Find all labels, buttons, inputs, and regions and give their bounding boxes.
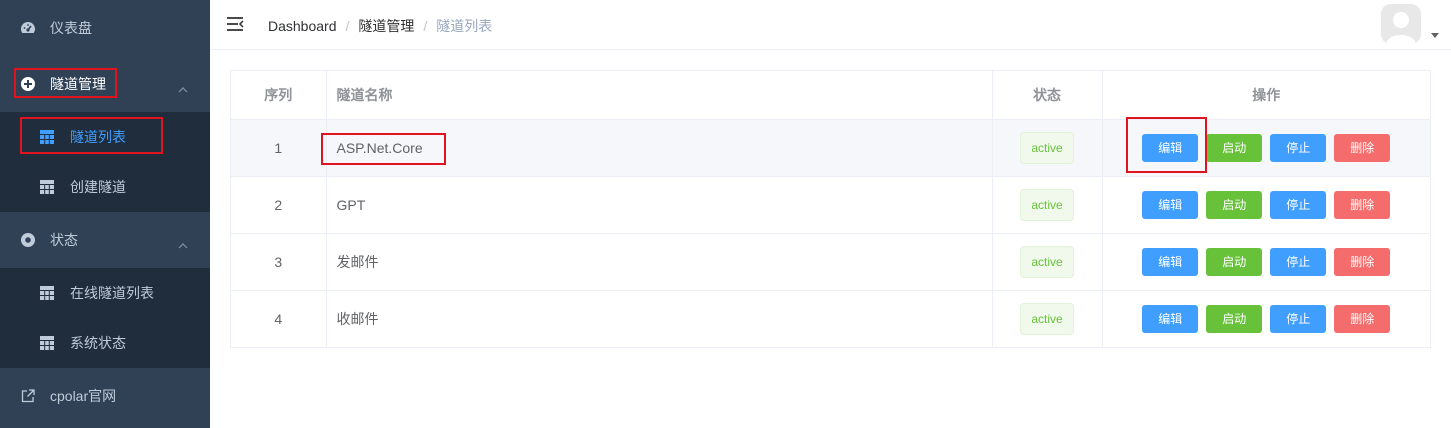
chevron-up-icon	[178, 236, 188, 252]
stop-button[interactable]: 停止	[1270, 304, 1327, 333]
cell-name: ASP.Net.Core	[320, 119, 993, 177]
sidebar-item-label: 隧道列表	[70, 129, 126, 145]
tunnel-table: 序列 隧道名称 状态 操作 1 ASP.Net.Core active 编辑 启动…	[230, 70, 1431, 348]
edit-button[interactable]: 编辑	[1142, 247, 1199, 276]
status-badge: active	[1020, 188, 1074, 221]
table-row: 2 GPT active 编辑 启动 停止 删除	[231, 176, 1430, 234]
cell-actions: 编辑 启动 停止 删除	[1102, 233, 1430, 291]
cell-actions: 编辑 启动 停止 删除	[1102, 290, 1430, 347]
sidebar-item-label: 系统状态	[70, 335, 126, 351]
sidebar-item-tunnel-management[interactable]: 隧道管理	[0, 56, 210, 112]
hamburger-icon[interactable]	[226, 16, 244, 32]
breadcrumb-separator: /	[423, 18, 428, 34]
delete-button[interactable]: 删除	[1334, 247, 1391, 276]
status-badge: active	[1020, 131, 1074, 164]
submenu-tunnel-management: 隧道列表 创建隧道	[0, 112, 210, 212]
edit-button[interactable]: 编辑	[1142, 133, 1199, 162]
caret-down-icon[interactable]	[1431, 33, 1439, 38]
sidebar-item-system-status[interactable]: 系统状态	[0, 318, 210, 368]
cell-index: 2	[231, 176, 327, 234]
breadcrumb-item-dashboard[interactable]: Dashboard	[268, 18, 337, 34]
cell-status: active	[992, 176, 1103, 234]
sidebar-item-tunnel-list[interactable]: 隧道列表	[0, 112, 210, 162]
status-badge: active	[1020, 302, 1074, 335]
external-link-icon	[20, 388, 36, 404]
delete-button[interactable]: 删除	[1334, 190, 1391, 219]
sidebar-item-cpolar-website[interactable]: cpolar官网	[0, 368, 210, 424]
tunnel-name: GPT	[336, 196, 366, 213]
cell-index: 3	[231, 233, 327, 291]
cell-status: active	[992, 290, 1103, 347]
tunnel-name: 发邮件	[336, 253, 379, 270]
start-button[interactable]: 启动	[1206, 133, 1263, 162]
breadcrumb-separator: /	[345, 18, 350, 34]
edit-button[interactable]: 编辑	[1142, 190, 1199, 219]
status-badge: active	[1020, 245, 1074, 278]
table-icon	[40, 180, 54, 194]
tunnel-name: ASP.Net.Core	[336, 139, 423, 156]
sidebar-item-dashboard[interactable]: 仪表盘	[0, 0, 210, 56]
avatar[interactable]	[1381, 4, 1421, 44]
cell-actions: 编辑 启动 停止 删除	[1102, 116, 1430, 177]
top-navbar: Dashboard / 隧道管理 / 隧道列表	[210, 0, 1451, 50]
sidebar-item-online-tunnels[interactable]: 在线隧道列表	[0, 268, 210, 318]
column-header-name: 隧道名称	[326, 71, 993, 120]
cell-name: 收邮件	[326, 290, 993, 347]
cell-index: 4	[231, 290, 327, 347]
circle-dot-icon	[20, 232, 36, 248]
table-icon	[40, 336, 54, 350]
table-row: 1 ASP.Net.Core active 编辑 启动 停止 删除	[231, 116, 1430, 177]
stop-button[interactable]: 停止	[1270, 190, 1327, 219]
column-header-index: 序列	[231, 71, 327, 120]
breadcrumb-item-tunnel-management[interactable]: 隧道管理	[358, 16, 414, 36]
cell-status: active	[992, 233, 1103, 291]
stop-button[interactable]: 停止	[1270, 133, 1327, 162]
tunnel-name: 收邮件	[336, 310, 379, 327]
sidebar-item-label: 仪表盘	[50, 20, 92, 36]
sidebar: 仪表盘 隧道管理 隧道列表 创建隧道 状态 在线隧道列表 系统状态 cpolar…	[0, 0, 210, 428]
table-icon	[40, 130, 54, 144]
table-row: 4 收邮件 active 编辑 启动 停止 删除	[231, 290, 1430, 347]
edit-button[interactable]: 编辑	[1142, 304, 1199, 333]
cell-name: 发邮件	[326, 233, 993, 291]
start-button[interactable]: 启动	[1206, 304, 1263, 333]
breadcrumb: Dashboard / 隧道管理 / 隧道列表	[268, 16, 492, 36]
breadcrumb-item-current: 隧道列表	[436, 18, 493, 34]
sidebar-item-label: 状态	[50, 232, 78, 248]
sidebar-item-label: cpolar官网	[50, 388, 117, 404]
dashboard-icon	[20, 20, 36, 36]
start-button[interactable]: 启动	[1206, 190, 1263, 219]
sidebar-item-label: 在线隧道列表	[70, 285, 154, 301]
table-icon	[40, 286, 54, 300]
delete-button[interactable]: 删除	[1334, 304, 1391, 333]
column-header-actions: 操作	[1102, 71, 1430, 120]
cell-status: active	[992, 119, 1103, 177]
chevron-up-icon	[178, 80, 188, 96]
cell-actions: 编辑 启动 停止 删除	[1102, 176, 1430, 234]
column-header-status: 状态	[992, 71, 1103, 120]
stop-button[interactable]: 停止	[1270, 247, 1327, 276]
submenu-status: 在线隧道列表 系统状态	[0, 268, 210, 368]
start-button[interactable]: 启动	[1206, 247, 1263, 276]
sidebar-item-label: 创建隧道	[70, 179, 126, 195]
delete-button[interactable]: 删除	[1334, 133, 1391, 162]
sidebar-item-create-tunnel[interactable]: 创建隧道	[0, 162, 210, 212]
plus-circle-icon	[20, 76, 36, 92]
cell-index: 1	[231, 119, 327, 177]
user-placeholder-icon	[1381, 4, 1421, 44]
sidebar-item-status[interactable]: 状态	[0, 212, 210, 268]
sidebar-item-label: 隧道管理	[50, 76, 106, 92]
table-row: 3 发邮件 active 编辑 启动 停止 删除	[231, 233, 1430, 291]
cell-name: GPT	[326, 176, 993, 234]
